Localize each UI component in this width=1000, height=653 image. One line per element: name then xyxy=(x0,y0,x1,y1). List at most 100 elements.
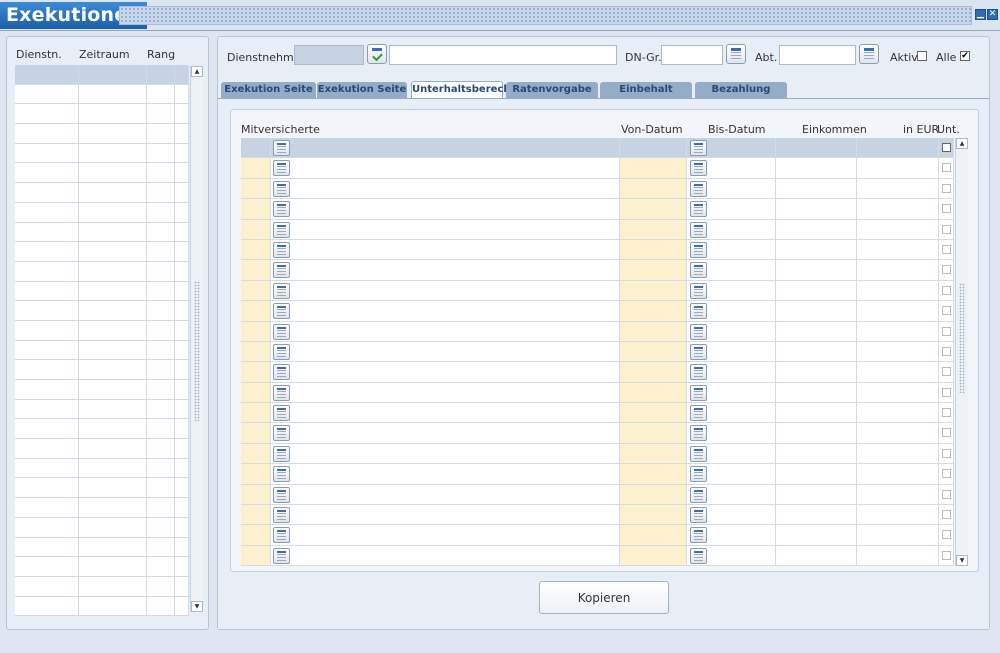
mitversicherte-cell[interactable] xyxy=(271,464,620,484)
in-eur-cell[interactable] xyxy=(857,280,939,301)
von-datum-cell[interactable] xyxy=(620,239,687,260)
table-row[interactable] xyxy=(241,260,954,281)
row-marker-cell[interactable] xyxy=(241,403,271,423)
mitversicherte-lookup-icon[interactable] xyxy=(273,180,290,197)
list-cell[interactable] xyxy=(79,124,147,143)
bis-datum-calendar-icon[interactable] xyxy=(690,343,707,360)
mitversicherte-cell[interactable] xyxy=(271,321,620,341)
abt-field[interactable] xyxy=(779,45,856,65)
list-cell[interactable] xyxy=(79,458,147,478)
list-cell[interactable] xyxy=(175,537,189,557)
list-item[interactable] xyxy=(15,163,189,184)
unt-checkbox[interactable] xyxy=(942,367,951,377)
list-cell[interactable] xyxy=(147,360,175,379)
list-cell[interactable] xyxy=(15,380,79,399)
unt-checkbox[interactable] xyxy=(942,163,951,173)
list-cell[interactable] xyxy=(175,281,189,301)
list-cell[interactable] xyxy=(175,104,189,124)
von-datum-cell[interactable] xyxy=(620,443,687,464)
list-cell[interactable] xyxy=(79,557,147,576)
bis-datum-calendar-icon[interactable] xyxy=(690,445,707,462)
von-datum-cell[interactable] xyxy=(620,423,687,443)
von-datum-cell[interactable] xyxy=(620,158,687,178)
von-datum-cell[interactable] xyxy=(620,219,687,239)
mitversicherte-cell[interactable] xyxy=(271,260,620,280)
mitversicherte-lookup-icon[interactable] xyxy=(273,445,290,462)
mitversicherte-lookup-icon[interactable] xyxy=(273,547,290,564)
row-marker-cell[interactable] xyxy=(241,505,271,525)
einkommen-cell[interactable] xyxy=(776,525,857,545)
unt-checkbox[interactable] xyxy=(942,285,951,295)
bis-datum-calendar-icon[interactable] xyxy=(690,140,707,156)
list-cell[interactable] xyxy=(175,576,189,596)
list-cell[interactable] xyxy=(15,65,79,84)
list-cell[interactable] xyxy=(175,261,189,281)
von-datum-cell[interactable] xyxy=(620,321,687,341)
einkommen-cell[interactable] xyxy=(776,403,857,423)
unt-checkbox[interactable] xyxy=(942,306,951,316)
list-item[interactable] xyxy=(15,557,189,577)
list-cell[interactable] xyxy=(175,124,189,143)
list-cell[interactable] xyxy=(79,340,147,360)
in-eur-cell[interactable] xyxy=(857,301,939,321)
list-cell[interactable] xyxy=(79,143,147,163)
list-item[interactable] xyxy=(15,360,189,380)
mitversicherte-lookup-icon[interactable] xyxy=(273,364,290,381)
mitversicherte-lookup-icon[interactable] xyxy=(273,486,290,503)
list-cell[interactable] xyxy=(147,498,175,517)
list-item[interactable] xyxy=(15,517,189,538)
list-cell[interactable] xyxy=(15,596,79,616)
mitversicherte-lookup-icon[interactable] xyxy=(273,425,290,442)
table-row[interactable] xyxy=(241,423,954,444)
row-marker-cell[interactable] xyxy=(241,260,271,280)
list-item[interactable] xyxy=(15,143,189,164)
row-marker-cell[interactable] xyxy=(241,138,271,158)
in-eur-cell[interactable] xyxy=(857,341,939,362)
table-row[interactable] xyxy=(241,443,954,465)
unt-checkbox[interactable] xyxy=(942,265,951,275)
list-item[interactable] xyxy=(15,65,189,85)
bis-datum-calendar-icon[interactable] xyxy=(690,160,707,177)
list-cell[interactable] xyxy=(147,301,175,320)
list-cell[interactable] xyxy=(15,576,79,596)
dienstnehmer-name-field[interactable] xyxy=(389,45,617,65)
minimize-icon[interactable]: ▁ xyxy=(975,9,986,20)
bis-datum-calendar-icon[interactable] xyxy=(690,507,707,524)
einkommen-cell[interactable] xyxy=(776,362,857,382)
unt-checkbox[interactable] xyxy=(942,469,951,479)
close-icon[interactable]: ✕ xyxy=(987,9,998,20)
unt-checkbox[interactable] xyxy=(942,448,951,458)
von-datum-cell[interactable] xyxy=(620,403,687,423)
list-cell[interactable] xyxy=(147,242,175,261)
row-marker-cell[interactable] xyxy=(241,443,271,464)
list-cell[interactable] xyxy=(147,281,175,301)
row-marker-cell[interactable] xyxy=(241,199,271,219)
list-cell[interactable] xyxy=(15,340,79,360)
mitversicherte-cell[interactable] xyxy=(271,280,620,301)
list-cell[interactable] xyxy=(175,242,189,261)
einkommen-cell[interactable] xyxy=(776,545,857,566)
employee-list-scrollbar[interactable]: ▲ ▼ xyxy=(190,66,203,612)
bis-datum-calendar-icon[interactable] xyxy=(690,262,707,279)
table-row[interactable] xyxy=(241,301,954,322)
list-cell[interactable] xyxy=(175,380,189,399)
unt-checkbox[interactable] xyxy=(942,387,951,397)
list-cell[interactable] xyxy=(79,517,147,537)
tab-bezahlung[interactable]: Bezahlung xyxy=(695,82,787,98)
list-cell[interactable] xyxy=(79,242,147,261)
mitversicherte-cell[interactable] xyxy=(271,403,620,423)
list-cell[interactable] xyxy=(147,517,175,537)
confirm-check-icon[interactable] xyxy=(367,44,387,64)
table-row[interactable] xyxy=(241,178,954,200)
table-row[interactable] xyxy=(241,341,954,363)
list-cell[interactable] xyxy=(175,517,189,537)
list-cell[interactable] xyxy=(175,458,189,478)
list-cell[interactable] xyxy=(175,439,189,458)
list-item[interactable] xyxy=(15,320,189,341)
von-datum-cell[interactable] xyxy=(620,484,687,505)
list-cell[interactable] xyxy=(79,281,147,301)
list-cell[interactable] xyxy=(15,104,79,124)
tab-exekution-seite-1[interactable]: Exekution Seite 1 xyxy=(221,82,316,111)
unt-checkbox[interactable] xyxy=(942,326,951,336)
unt-checkbox[interactable] xyxy=(942,510,951,520)
